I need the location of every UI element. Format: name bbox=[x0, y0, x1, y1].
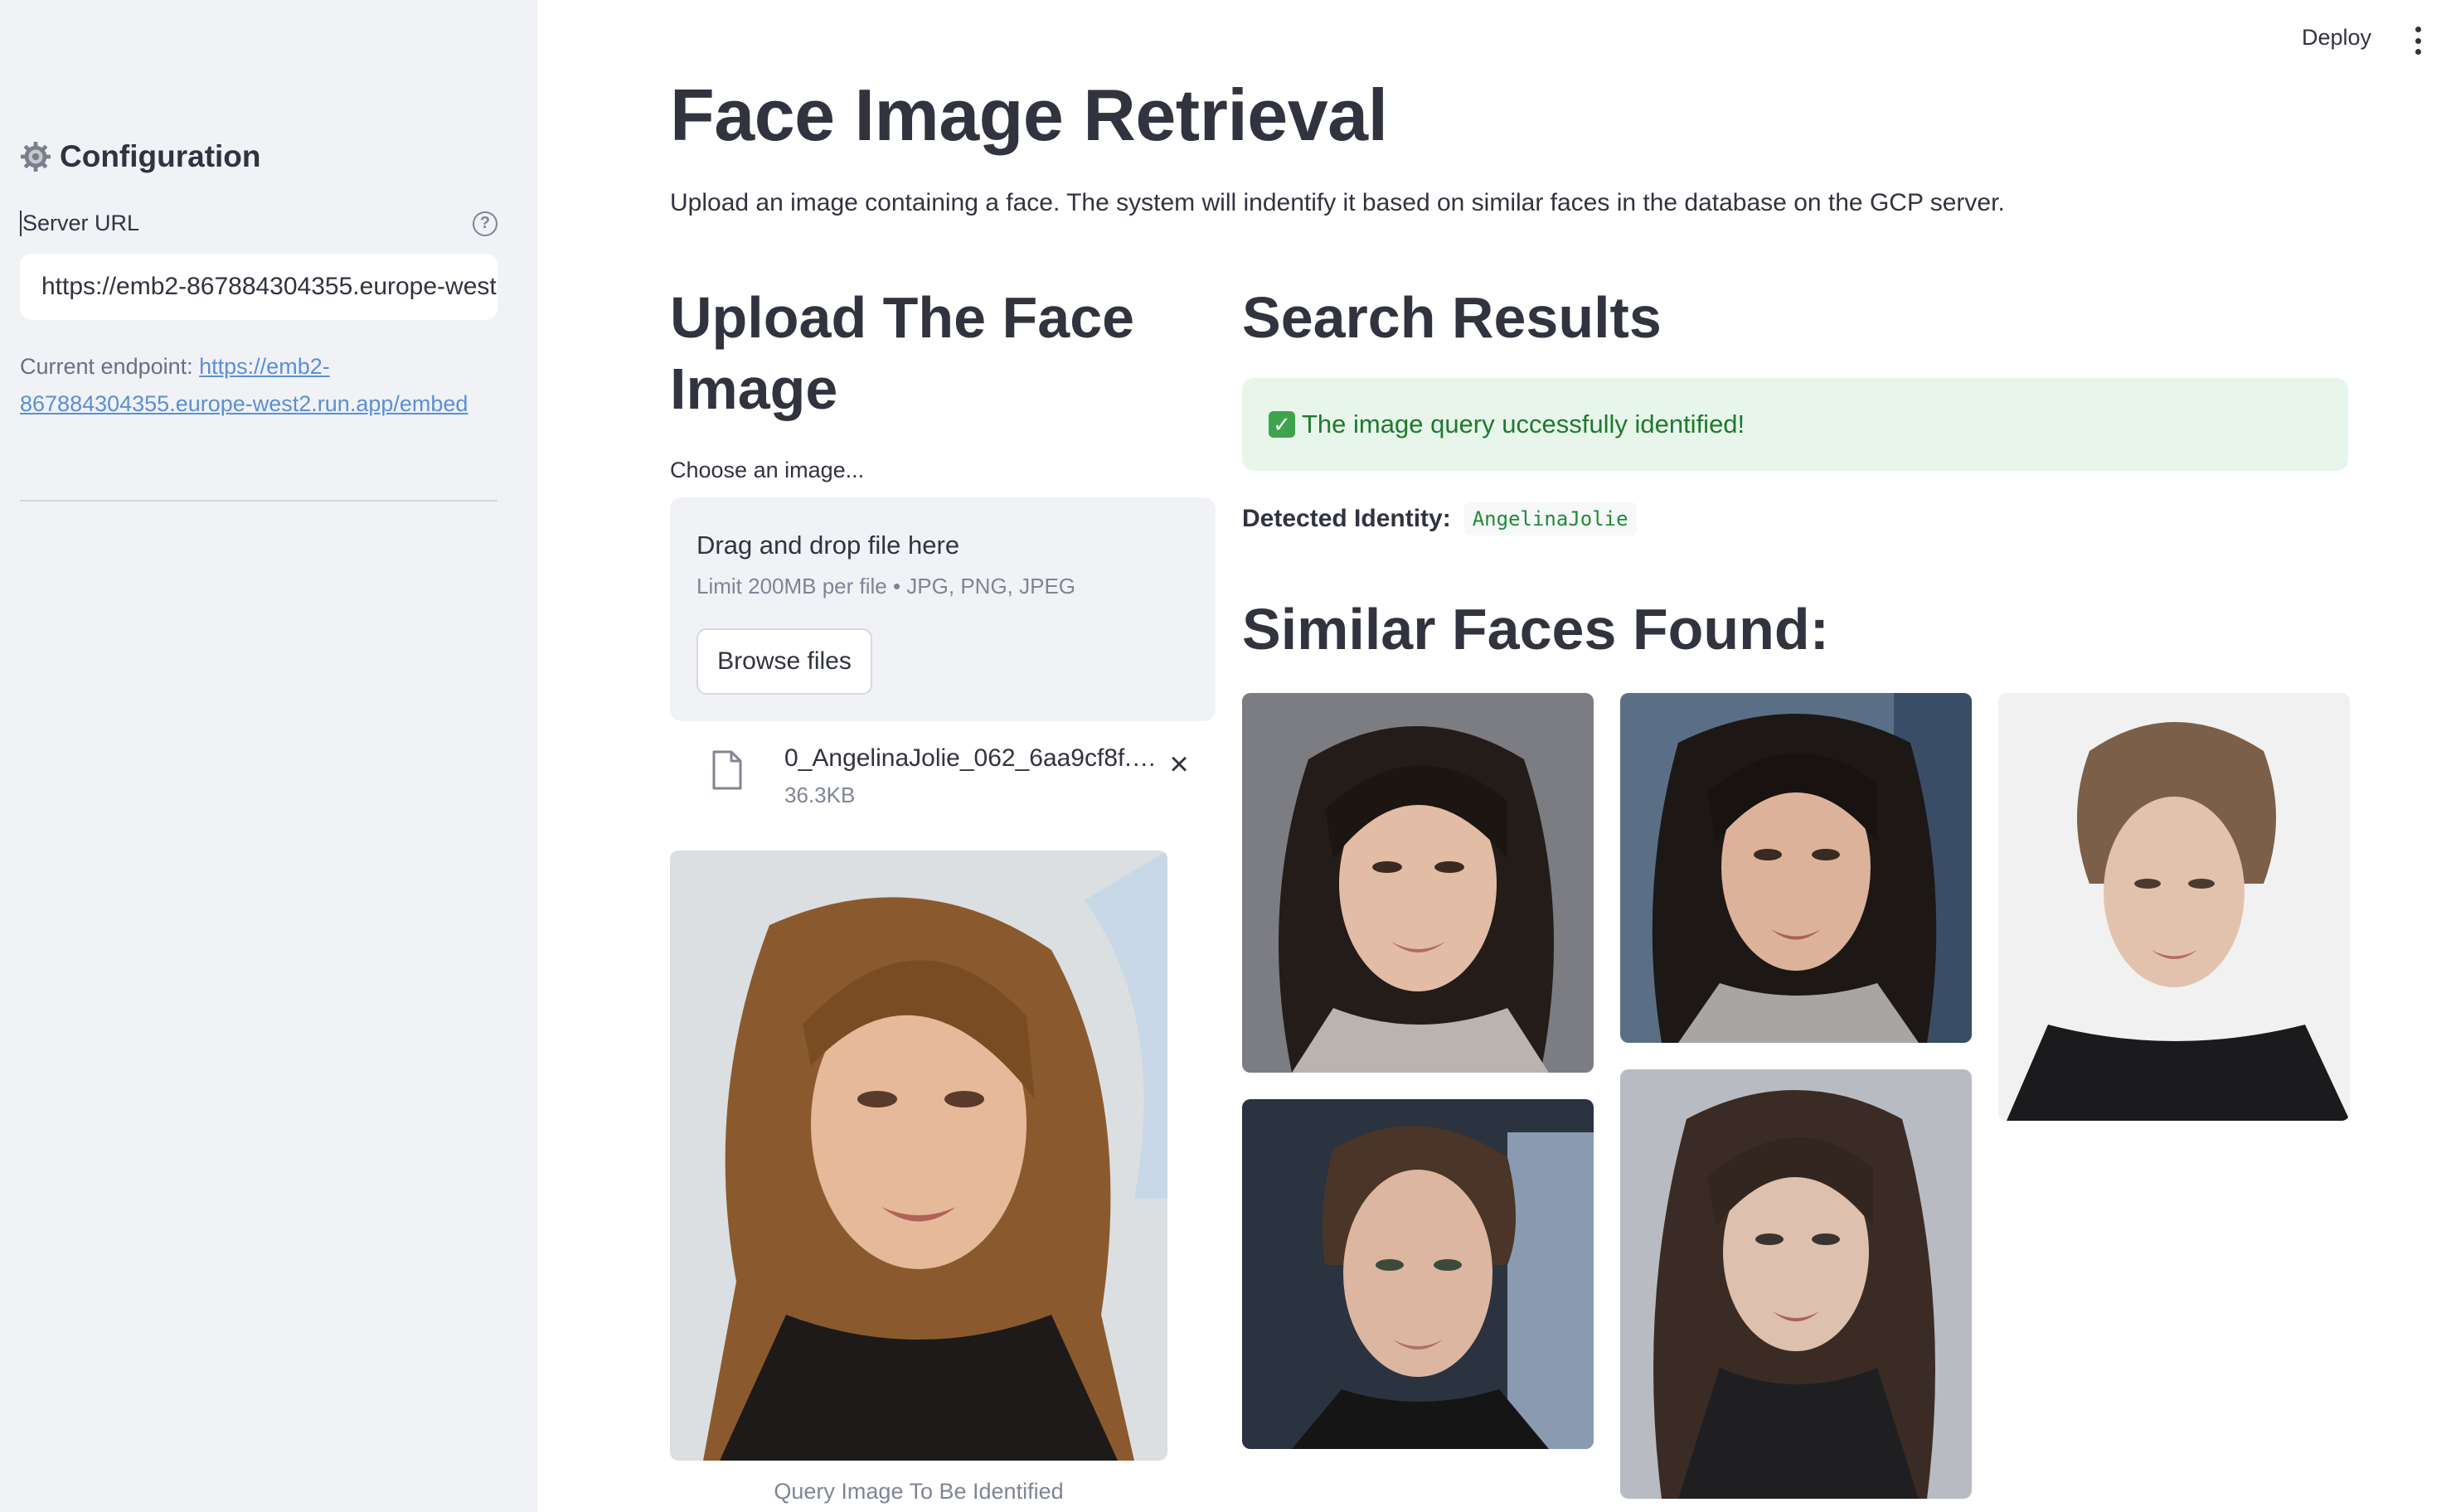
current-endpoint: Current endpoint: https://emb2-867884304… bbox=[20, 348, 501, 423]
current-endpoint-prefix: Current endpoint: bbox=[20, 354, 200, 379]
identity-value: AngelinaJolie bbox=[1463, 502, 1637, 536]
uploaded-file: 0_AngelinaJolie_062_6aa9cf8f.jpg 36.3KB … bbox=[670, 738, 1216, 812]
sidebar-title-text: Configuration bbox=[60, 139, 261, 173]
page-title: Face Image Retrieval bbox=[670, 74, 1388, 156]
query-image-caption: Query Image To Be Identified bbox=[774, 1479, 1064, 1504]
more-vertical-icon[interactable] bbox=[2413, 27, 2423, 55]
file-uploader-label: Choose an image... bbox=[670, 458, 865, 482]
help-icon[interactable]: ? bbox=[473, 211, 497, 236]
server-url-label-row: Server URL ? bbox=[20, 211, 497, 236]
browse-files-button[interactable]: Browse files bbox=[696, 628, 872, 695]
deploy-button[interactable]: Deploy bbox=[2302, 25, 2371, 51]
sidebar-title: Configuration bbox=[20, 139, 261, 174]
success-message: The image query uccessfully identified! bbox=[1302, 410, 1745, 439]
similar-face-image bbox=[1620, 1069, 1972, 1499]
identity-label: Detected Identity: bbox=[1242, 505, 1451, 532]
check-icon: ✓ bbox=[1269, 411, 1295, 438]
similar-face-image bbox=[1998, 693, 2350, 1121]
server-url-input-value: https://emb2-867884304355.europe-west2.r… bbox=[41, 273, 497, 300]
query-image bbox=[670, 850, 1167, 1461]
gear-icon bbox=[20, 141, 51, 172]
server-url-input[interactable]: https://emb2-867884304355.europe-west2.r… bbox=[20, 254, 497, 320]
dropzone-limit: Limit 200MB per file • JPG, PNG, JPEG bbox=[696, 574, 1076, 598]
results-title: Search Results bbox=[1242, 285, 1662, 350]
sidebar: Configuration Server URL ? https://emb2-… bbox=[0, 0, 537, 1512]
close-icon[interactable]: × bbox=[1162, 748, 1196, 781]
similar-face-image bbox=[1620, 693, 1972, 1043]
server-url-label: Server URL bbox=[20, 211, 139, 236]
file-dropzone[interactable]: Drag and drop file here Limit 200MB per … bbox=[670, 497, 1216, 721]
detected-identity: Detected Identity: AngelinaJolie bbox=[1242, 502, 1637, 536]
upload-title: Upload The Face Image bbox=[670, 285, 1135, 421]
file-name: 0_AngelinaJolie_062_6aa9cf8f.jpg bbox=[784, 744, 1158, 772]
dropzone-text: Drag and drop file here bbox=[696, 531, 960, 560]
success-alert: ✓ The image query uccessfully identified… bbox=[1242, 378, 2348, 471]
sidebar-divider bbox=[20, 500, 497, 502]
similar-face-image bbox=[1242, 693, 1594, 1073]
page-description: Upload an image containing a face. The s… bbox=[670, 189, 2005, 216]
file-icon bbox=[712, 750, 742, 790]
similar-face-image bbox=[1242, 1099, 1594, 1449]
app: Configuration Server URL ? https://emb2-… bbox=[0, 0, 2451, 1512]
similar-faces-title: Similar Faces Found: bbox=[1242, 597, 1829, 662]
file-size: 36.3KB bbox=[784, 783, 856, 807]
